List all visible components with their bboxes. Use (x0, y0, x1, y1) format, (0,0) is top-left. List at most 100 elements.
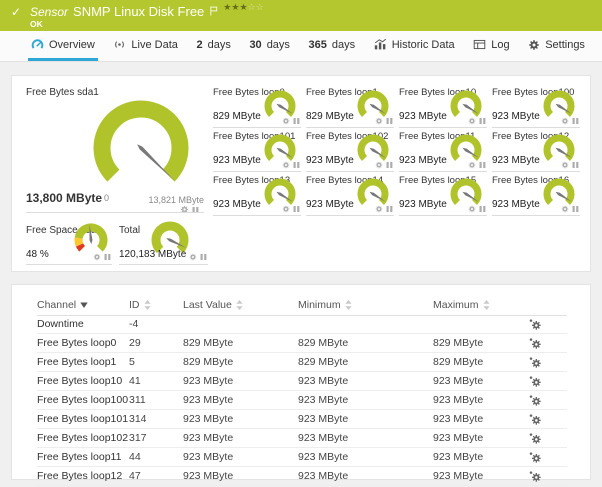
channel-settings-icon[interactable] (529, 413, 567, 425)
gauge-pause-icon[interactable] (293, 161, 300, 169)
tab-label-number: 365 (308, 38, 327, 51)
flag-icon[interactable] (209, 3, 218, 21)
channel-gauge-cell[interactable]: Free Bytes loop1 829 MByte (306, 87, 394, 128)
gauge-settings-icon[interactable] (93, 253, 101, 261)
channel-settings-icon[interactable] (529, 451, 567, 463)
gauge-settings-icon[interactable] (561, 205, 569, 213)
summary-gauge-cell[interactable]: Free Space sda1 48 % (26, 223, 112, 265)
table-row[interactable]: Downtime -4 (37, 315, 567, 334)
star-empty-icon[interactable]: ☆ (256, 3, 264, 13)
star-empty-icon[interactable]: ☆ (248, 3, 256, 13)
gauge-settings-icon[interactable] (189, 253, 197, 261)
sort-desc-icon[interactable] (80, 302, 88, 308)
table-row[interactable]: Free Bytes loop1 5 829 MByte 829 MByte 829 M… (37, 353, 567, 372)
value-cell: 923 MByte (298, 413, 349, 425)
gauge-settings-icon[interactable] (468, 161, 476, 169)
tab-log[interactable]: Log (470, 31, 512, 61)
gauge-pause-icon[interactable] (200, 253, 207, 261)
channel-settings-icon[interactable] (529, 356, 567, 368)
tab-historic-data[interactable]: Historic Data (371, 31, 458, 61)
channel-gauge-cell[interactable]: Free Bytes loop11 923 MByte (399, 131, 487, 172)
channel-name-cell: Downtime (37, 318, 84, 330)
channel-gauge-cell[interactable]: Free Bytes loop10 923 MByte (399, 87, 487, 128)
main-gauge-cell[interactable]: Free Bytes sda1 13,800 MByte 0 13,821 MB… (12, 76, 217, 226)
table-row[interactable]: Free Bytes loop102 317 923 MByte 923 MByte 9… (37, 429, 567, 448)
channel-gauge-cell[interactable]: Free Bytes loop16 923 MByte (492, 175, 580, 216)
summary-gauge-cell[interactable]: Total 120,183 MByte (119, 221, 208, 265)
channel-gauge-cell[interactable]: Free Bytes loop101 923 MByte (213, 131, 301, 172)
gauge-pause-icon[interactable] (572, 205, 579, 213)
sort-icon[interactable] (143, 300, 151, 310)
gauge-pause-icon[interactable] (192, 201, 199, 219)
value-cell: 314 (129, 413, 147, 425)
gauge-settings-icon[interactable] (375, 205, 383, 213)
divider (399, 171, 487, 172)
channel-gauge-cell[interactable]: Free Bytes loop14 923 MByte (306, 175, 394, 216)
column-header-id[interactable]: ID (129, 299, 183, 311)
gauge-pause-icon[interactable] (479, 161, 486, 169)
channel-name-cell: Free Bytes loop100 (37, 394, 129, 406)
gauge-settings-icon[interactable] (561, 117, 569, 125)
column-header-channel[interactable]: Channel (37, 299, 129, 311)
gauge-pause-icon[interactable] (104, 253, 111, 261)
tab-365-days[interactable]: 365 days (306, 31, 359, 61)
gauge-settings-icon[interactable] (468, 205, 476, 213)
gauge-settings-icon[interactable] (468, 117, 476, 125)
channel-gauge-cell[interactable]: Free Bytes loop100 923 MByte (492, 87, 580, 128)
sort-icon[interactable] (482, 300, 490, 310)
gauge-pause-icon[interactable] (386, 205, 393, 213)
channel-gauge-cell[interactable]: Free Bytes loop0 829 MByte (213, 87, 301, 128)
priority-stars[interactable]: ★★★☆☆ (223, 3, 263, 13)
gauge-settings-icon[interactable] (375, 117, 383, 125)
gauge-pause-icon[interactable] (386, 161, 393, 169)
gauge-pause-icon[interactable] (479, 205, 486, 213)
table-row[interactable]: Free Bytes loop11 44 923 MByte 923 MByte 923… (37, 448, 567, 467)
column-header-minimum[interactable]: Minimum (298, 299, 433, 311)
channel-gauge-cell[interactable]: Free Bytes loop15 923 MByte (399, 175, 487, 216)
channel-gauge-cell[interactable]: Free Bytes loop102 923 MByte (306, 131, 394, 172)
table-row[interactable]: Free Bytes loop101 314 923 MByte 923 MByte 9… (37, 410, 567, 429)
gauge-pause-icon[interactable] (293, 117, 300, 125)
star-filled-icon[interactable]: ★ (239, 3, 247, 13)
column-header-label: Maximum (433, 299, 479, 311)
gauge-settings-icon[interactable] (375, 161, 383, 169)
channel-settings-icon[interactable] (529, 470, 567, 482)
table-row[interactable]: Free Bytes loop10 41 923 MByte 923 MByte 923… (37, 372, 567, 391)
table-row[interactable]: Free Bytes loop100 311 923 MByte 923 MByte 9… (37, 391, 567, 410)
gauge-settings-icon[interactable] (282, 161, 290, 169)
value-cell: 923 MByte (183, 470, 234, 482)
gauge-pause-icon[interactable] (479, 117, 486, 125)
value-cell: 923 MByte (433, 432, 484, 444)
sort-icon[interactable] (344, 300, 352, 310)
column-header-label: Minimum (298, 299, 341, 311)
tab-settings[interactable]: Settings (525, 31, 588, 61)
gauge-settings-icon[interactable] (282, 117, 290, 125)
channel-gauge-cell[interactable]: Free Bytes loop13 923 MByte (213, 175, 301, 216)
gauge-pause-icon[interactable] (572, 161, 579, 169)
gauge-settings-icon[interactable] (282, 205, 290, 213)
sort-icon[interactable] (236, 300, 243, 310)
column-header-last-value[interactable]: Last Value (183, 299, 298, 311)
gauge-pause-icon[interactable] (386, 117, 393, 125)
channel-settings-icon[interactable] (529, 337, 567, 349)
tab-live-data[interactable]: Live Data (110, 31, 180, 61)
gauge-pause-icon[interactable] (572, 117, 579, 125)
gauge-pause-icon[interactable] (293, 205, 300, 213)
table-row[interactable]: Free Bytes loop12 47 923 MByte 923 MByte 923… (37, 467, 567, 486)
channel-settings-icon[interactable] (529, 318, 567, 330)
tab-30-days[interactable]: 30 days (246, 31, 293, 61)
gauge-settings-icon[interactable] (180, 201, 189, 219)
main-gauge-actions (180, 201, 199, 219)
channel-settings-icon[interactable] (529, 375, 567, 387)
log-icon (473, 38, 486, 51)
table-row[interactable]: Free Bytes loop0 29 829 MByte 829 MByte 829 … (37, 334, 567, 353)
channel-gauge-cell[interactable]: Free Bytes loop12 923 MByte (492, 131, 580, 172)
channel-settings-icon[interactable] (529, 432, 567, 444)
value-cell: 829 MByte (183, 356, 234, 368)
tab-2-days[interactable]: 2 days (193, 31, 233, 61)
channel-gauge-value: 923 MByte (492, 155, 540, 166)
gauge-settings-icon[interactable] (561, 161, 569, 169)
column-header-maximum[interactable]: Maximum (433, 299, 529, 311)
channel-settings-icon[interactable] (529, 394, 567, 406)
tab-overview[interactable]: Overview (28, 31, 98, 61)
